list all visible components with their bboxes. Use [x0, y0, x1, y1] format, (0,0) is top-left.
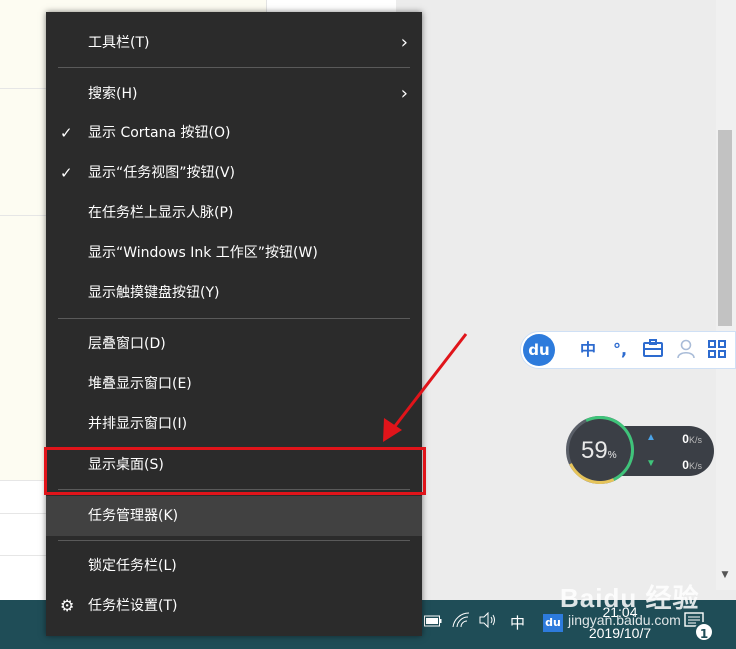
menu-item-show-people[interactable]: 在任务栏上显示人脉(P): [46, 193, 422, 233]
menu-item-label: 显示“任务视图”按钮(V): [88, 165, 236, 181]
menu-item-label: 并排显示窗口(I): [88, 416, 188, 432]
wifi-icon[interactable]: [452, 612, 470, 635]
ime-punctuation-toggle[interactable]: °,: [609, 339, 631, 361]
menu-item-show-touch-keyboard[interactable]: 显示触摸键盘按钮(Y): [46, 273, 422, 313]
notification-count-badge: 1: [694, 622, 714, 642]
download-speed-unit: K/s: [688, 461, 702, 471]
menu-item-lock-taskbar[interactable]: 锁定任务栏(L): [46, 546, 422, 586]
vertical-scrollbar[interactable]: [716, 0, 736, 590]
upload-speed-value: 0: [682, 432, 689, 446]
watermark-url: jingyan.baidu.com: [568, 612, 681, 628]
checkmark-icon: ✓: [60, 124, 73, 142]
menu-item-toolbars[interactable]: 工具栏(T) ›: [46, 23, 422, 63]
menu-item-label: 堆叠显示窗口(E): [88, 376, 192, 392]
chevron-right-icon: ›: [400, 32, 408, 53]
checkmark-icon: ✓: [60, 164, 73, 182]
menu-item-show-task-view[interactable]: ✓ 显示“任务视图”按钮(V): [46, 153, 422, 193]
user-icon[interactable]: [674, 339, 698, 361]
menu-item-label: 工具栏(T): [88, 35, 150, 51]
upload-speed-row: ▲ 0K/s: [646, 432, 712, 450]
menu-item-side-by-side[interactable]: 并排显示窗口(I): [46, 404, 422, 444]
gauge-percent-unit: %: [607, 450, 617, 461]
menu-separator: [58, 540, 410, 541]
memory-usage-gauge[interactable]: 59%: [556, 406, 644, 494]
menu-item-label: 显示 Cortana 按钮(O): [88, 125, 231, 141]
baidu-ime-tray-icon[interactable]: du: [543, 614, 563, 632]
menu-item-show-cortana[interactable]: ✓ 显示 Cortana 按钮(O): [46, 113, 422, 153]
taskbar-context-menu[interactable]: 工具栏(T) › 搜索(H) › ✓ 显示 Cortana 按钮(O) ✓ 显示…: [46, 12, 422, 636]
ime-logo-icon[interactable]: du: [523, 334, 555, 366]
menu-item-stack-windows[interactable]: 堆叠显示窗口(E): [46, 364, 422, 404]
toolbox-icon[interactable]: [641, 339, 665, 361]
menu-item-label: 显示“Windows Ink 工作区”按钮(W): [88, 245, 318, 261]
download-arrow-icon: ▼: [646, 458, 656, 469]
scroll-down-arrow-icon[interactable]: ▼: [718, 568, 732, 582]
menu-item-label: 任务管理器(K): [88, 508, 179, 524]
battery-icon[interactable]: [424, 612, 442, 634]
grid-icon[interactable]: [705, 339, 729, 361]
menu-item-label: 显示触摸键盘按钮(Y): [88, 285, 220, 301]
menu-item-taskbar-settings[interactable]: ⚙ 任务栏设置(T): [46, 586, 422, 626]
gear-icon: ⚙: [60, 596, 75, 615]
menu-item-label: 锁定任务栏(L): [88, 558, 177, 574]
upload-speed-unit: K/s: [688, 435, 702, 445]
ime-mode-indicator[interactable]: 中: [510, 612, 525, 634]
download-speed-row: ▼ 0K/s: [646, 458, 712, 476]
network-speed-widget[interactable]: 59% ▲ 0K/s ▼ 0K/s: [556, 406, 716, 494]
annotation-highlight-box: [44, 447, 426, 495]
menu-item-task-manager[interactable]: 任务管理器(K): [46, 496, 422, 536]
menu-separator: [58, 318, 410, 319]
chevron-right-icon: ›: [400, 83, 408, 104]
menu-item-label: 在任务栏上显示人脉(P): [88, 205, 234, 221]
gauge-percent-value: 59: [581, 437, 608, 464]
watermark-logo: Baidu 经验: [560, 583, 700, 613]
upload-arrow-icon: ▲: [646, 432, 656, 443]
ime-mode-toggle[interactable]: 中: [577, 339, 599, 361]
menu-item-label: 搜索(H): [88, 86, 138, 102]
volume-icon[interactable]: [479, 611, 497, 635]
ime-toolbar[interactable]: du 中 °,: [520, 331, 736, 369]
scrollbar-thumb[interactable]: [718, 130, 732, 326]
download-speed-value: 0: [682, 458, 689, 472]
menu-item-show-windows-ink[interactable]: 显示“Windows Ink 工作区”按钮(W): [46, 233, 422, 273]
menu-item-search[interactable]: 搜索(H) ›: [46, 74, 422, 114]
menu-item-label: 任务栏设置(T): [88, 598, 178, 614]
background-canvas: [396, 0, 736, 600]
menu-separator: [58, 67, 410, 68]
menu-item-cascade-windows[interactable]: 层叠窗口(D): [46, 324, 422, 364]
menu-item-label: 层叠窗口(D): [88, 336, 166, 352]
